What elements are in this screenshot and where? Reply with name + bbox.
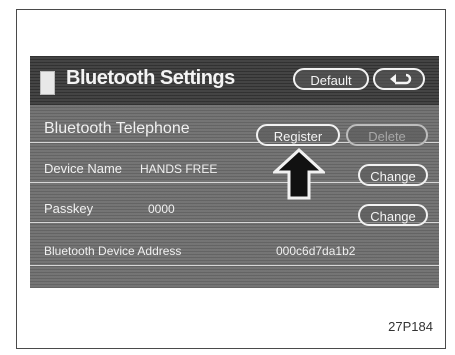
bluetooth-telephone-label: Bluetooth Telephone [44,120,190,137]
register-button[interactable]: Register [256,124,340,146]
passkey-label: Passkey [44,201,94,216]
default-button[interactable]: Default [293,68,369,90]
pointer-arrow-icon [273,148,325,200]
return-arrow-icon [390,73,412,85]
figure-frame: Bluetooth Settings Default Bluetooth Tel… [16,9,446,349]
bluetooth-icon [40,71,55,95]
device-address-row: Bluetooth Device Address 000c6d7da1b2 [30,237,439,266]
device-name-value: HANDS FREE [140,162,218,176]
passkey-value: 0000 [148,202,175,216]
delete-button[interactable]: Delete [346,124,428,146]
bluetooth-settings-screen: Bluetooth Settings Default Bluetooth Tel… [30,56,439,288]
device-name-change-button[interactable]: Change [358,164,428,186]
back-button[interactable] [373,68,425,90]
device-name-label: Device Name [44,161,123,176]
passkey-change-button[interactable]: Change [358,204,428,226]
device-address-label: Bluetooth Device Address [44,244,182,258]
device-address-value: 000c6d7da1b2 [276,244,356,258]
page-title: Bluetooth Settings [66,67,235,89]
screen-header: Bluetooth Settings Default [30,56,439,105]
figure-code: 27P184 [388,319,433,334]
